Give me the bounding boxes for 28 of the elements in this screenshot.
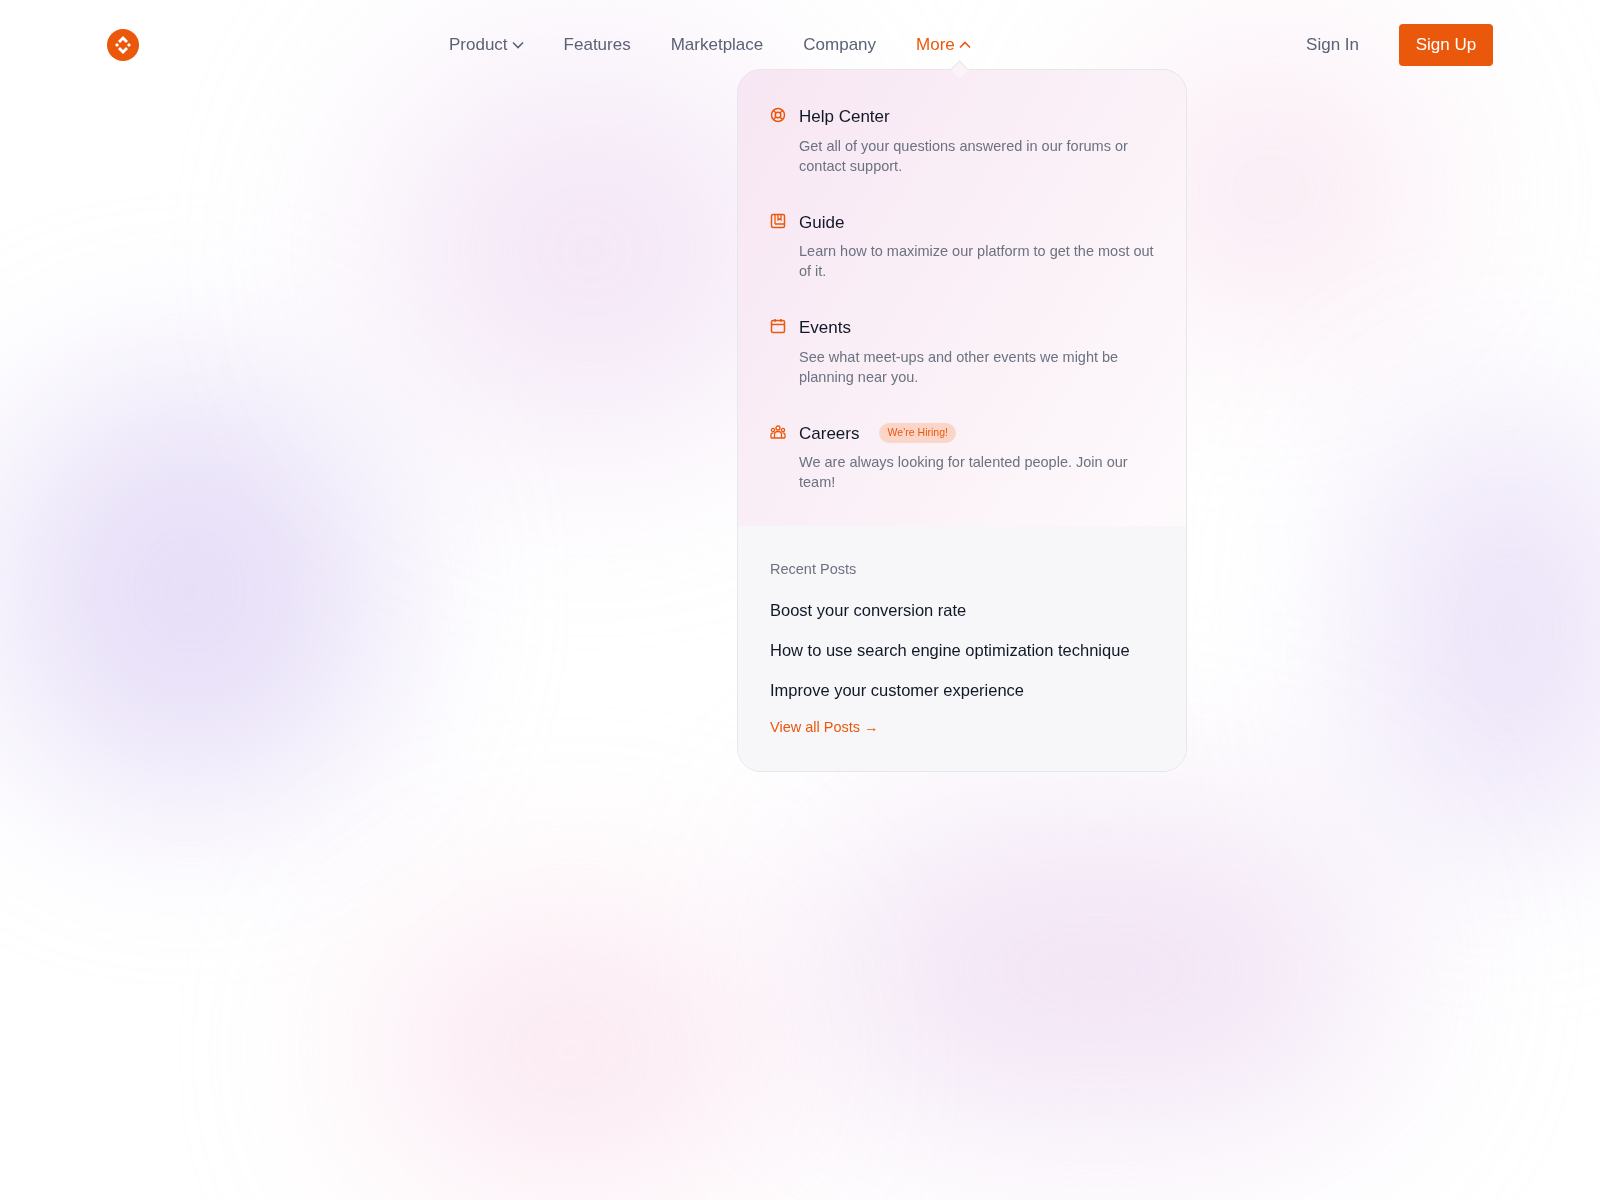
menu-item-description: We are always looking for talented people. Join our team! bbox=[799, 453, 1129, 492]
menu-item-description: Get all of your questions answered in our forums or contact support. bbox=[799, 136, 1129, 176]
menu-item-description: Learn how to maximize our platform to get the most out of it. bbox=[799, 242, 1155, 281]
calendar-icon bbox=[770, 318, 786, 334]
nav-link[interactable]: Marketplace bbox=[670, 32, 764, 58]
people-icon bbox=[770, 423, 786, 440]
menu-item-title[interactable]: Help Center bbox=[799, 104, 890, 130]
hiring-badge: We’re Hiring! bbox=[879, 423, 956, 444]
caret-icon bbox=[958, 41, 971, 49]
caret-icon bbox=[511, 41, 524, 49]
menu-item-description: See what meet-ups and other events we might be planning near you. bbox=[799, 347, 1120, 387]
post-link[interactable]: Boost your conversion rate bbox=[770, 598, 1154, 621]
book-icon bbox=[770, 212, 786, 229]
post-link[interactable]: Improve your customer experience bbox=[770, 678, 1154, 701]
sign-up-button[interactable]: Sign Up bbox=[1399, 24, 1493, 66]
menu-item-title[interactable]: Guide bbox=[799, 209, 845, 235]
view-all-link[interactable]: View all Posts → bbox=[770, 716, 1154, 739]
nav-link[interactable]: Company bbox=[803, 32, 877, 58]
logo-icon[interactable] bbox=[107, 29, 139, 61]
menu-item-title[interactable]: Careers bbox=[799, 420, 860, 446]
nav-link[interactable]: Product bbox=[449, 32, 524, 58]
menu-item-title[interactable]: Events bbox=[799, 315, 851, 341]
post-link[interactable]: How to use search engine optimization technique bbox=[770, 638, 1154, 661]
section-heading: Recent Posts bbox=[770, 560, 858, 579]
lifebuoy-icon bbox=[770, 107, 786, 123]
sign-in-link[interactable]: Sign In bbox=[1306, 32, 1359, 58]
nav-link[interactable]: Features bbox=[563, 32, 631, 58]
nav-link[interactable]: More bbox=[916, 32, 971, 58]
